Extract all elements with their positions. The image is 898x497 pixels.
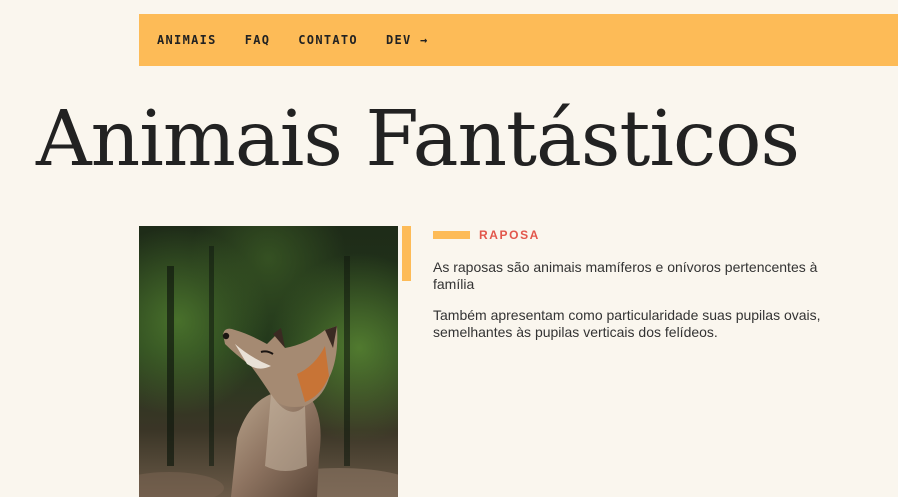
category-heading: RAPOSA [433,228,540,242]
description-paragraph: Também apresentam como particularidade s… [433,307,821,340]
nav-link-contato[interactable]: CONTATO [298,34,358,46]
top-navbar: ANIMAIS FAQ CONTATO DEV → [139,14,898,66]
nav-link-dev[interactable]: DEV → [386,34,429,46]
animal-description: As raposas são animais mamíferos e onívo… [433,259,853,355]
category-label: RAPOSA [479,228,540,242]
nav-link-faq[interactable]: FAQ [245,34,271,46]
description-paragraph: As raposas são animais mamíferos e onívo… [433,259,818,292]
page-title: Animais Fantásticos [36,95,800,184]
label-line-decoration [433,231,470,239]
accent-bar [402,226,411,281]
nav-link-animais[interactable]: ANIMAIS [157,34,217,46]
fox-photo[interactable] [139,226,398,497]
